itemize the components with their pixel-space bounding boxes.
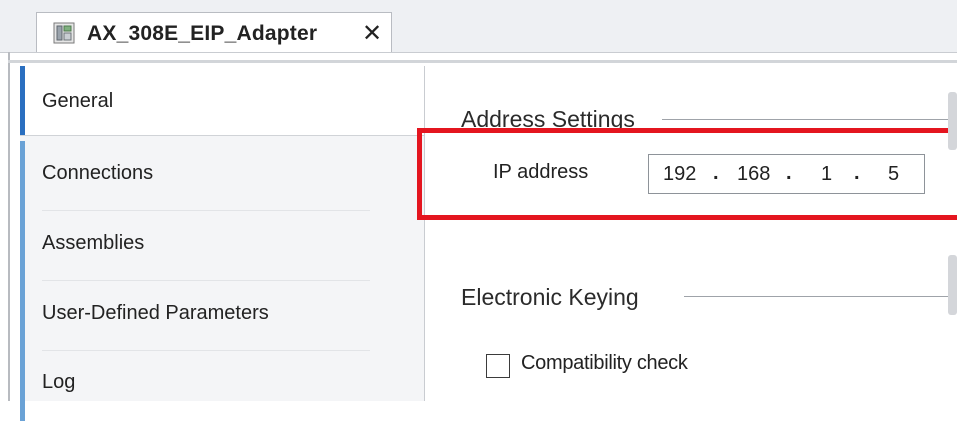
nav-accent-bar — [20, 141, 25, 211]
scroll-handle[interactable] — [948, 92, 957, 150]
section-divider — [662, 119, 948, 120]
device-icon — [53, 22, 75, 44]
sidebar-item-label: Connections — [42, 162, 154, 184]
nav-accent-bar — [20, 351, 25, 421]
electronic-keying-title: Electronic Keying — [461, 284, 639, 310]
compatibility-check-label[interactable]: Compatibility check — [521, 352, 688, 375]
frame-border — [8, 52, 10, 401]
device-editor-tab[interactable]: AX_308E_EIP_Adapter ✕ — [36, 12, 392, 52]
scroll-handle[interactable] — [948, 255, 957, 315]
close-icon[interactable]: ✕ — [362, 19, 382, 48]
sidebar-item-general[interactable]: General — [20, 66, 424, 136]
tab-title: AX_308E_EIP_Adapter — [87, 22, 318, 45]
frame-border-top — [8, 60, 957, 63]
sidebar-item-connections[interactable]: Connections — [20, 141, 424, 211]
sidebar-item-label: Assemblies — [42, 232, 145, 254]
section-divider — [684, 296, 948, 297]
sidebar-item-label: User-Defined Parameters — [42, 302, 269, 324]
compatibility-check-checkbox[interactable] — [486, 354, 510, 378]
sidebar-item-label: Log — [42, 371, 76, 393]
sidebar-item-assemblies[interactable]: Assemblies — [20, 211, 424, 281]
sidebar-item-log[interactable]: Log — [20, 351, 424, 421]
sidebar-item-user-defined-parameters[interactable]: User-Defined Parameters — [20, 281, 424, 351]
highlight-box — [417, 128, 957, 220]
nav-accent-bar — [20, 281, 25, 351]
sidebar-item-label: General — [42, 90, 114, 112]
device-sidebar: General Connections Assemblies User-Defi… — [20, 66, 425, 421]
nav-accent-bar — [20, 66, 25, 135]
editor-tab-bar: AX_308E_EIP_Adapter ✕ — [0, 0, 957, 53]
nav-accent-bar — [20, 211, 25, 281]
